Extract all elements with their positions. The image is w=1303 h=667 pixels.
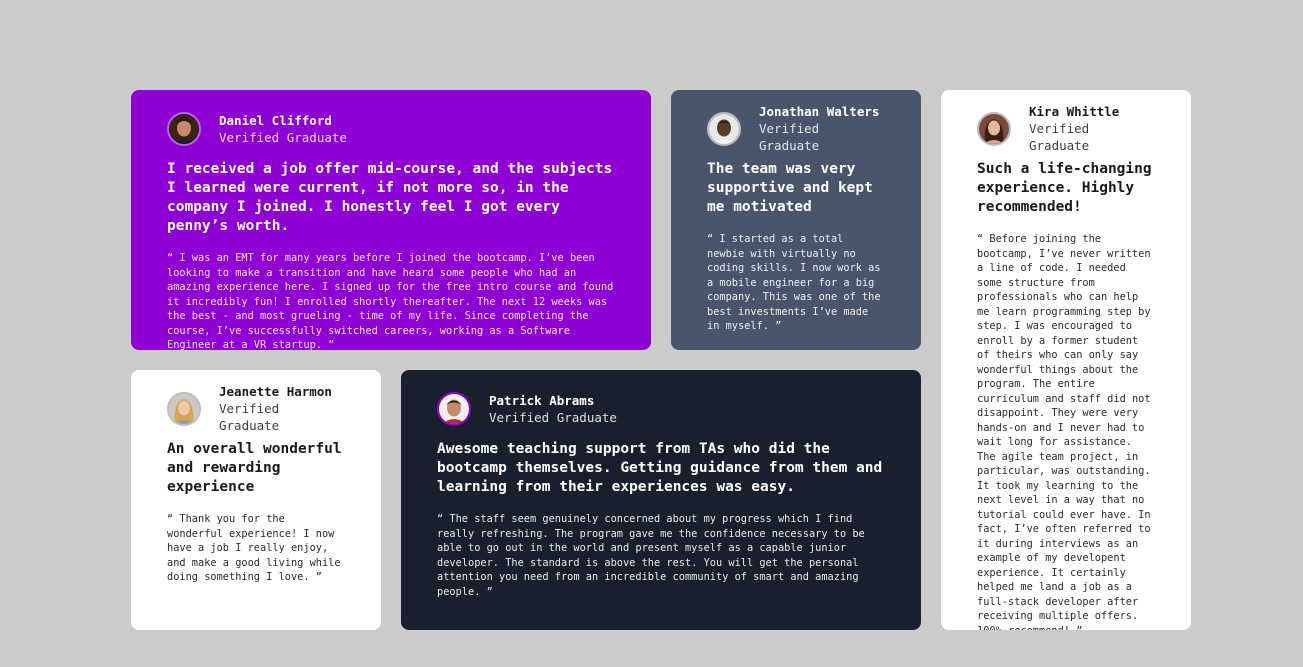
testimonial-headline: Such a life-changing experience. Highly … xyxy=(977,161,1152,215)
testimonial-card-kira: Kira Whittle Verified Graduate Such a li… xyxy=(941,90,1191,630)
testimonial-quote: “ I was an EMT for many years before I j… xyxy=(167,252,614,350)
avatar xyxy=(167,112,201,146)
testimonial-headline: The team was very supportive and kept me… xyxy=(707,161,873,215)
reviewer-role: Verified Graduate xyxy=(759,121,820,153)
testimonial-headline: I received a job offer mid-course, and t… xyxy=(167,161,613,234)
testimonial-quote: “ The staff seem genuinely concerned abo… xyxy=(437,513,865,598)
avatar xyxy=(167,392,201,426)
testimonials-grid: Daniel Clifford Verified Graduate I rece… xyxy=(0,0,1303,667)
reviewer-name: Jeanette Harmon xyxy=(219,384,332,399)
reviewer-name: Kira Whittle xyxy=(1029,104,1120,119)
reviewer-role: Verified Graduate xyxy=(489,409,617,425)
testimonial-card-jeanette: Jeanette Harmon Verified Graduate An ove… xyxy=(131,370,381,630)
testimonial-quote: “ Before joining the bootcamp, I’ve neve… xyxy=(977,233,1151,630)
reviewer-name: Patrick Abrams xyxy=(489,392,595,408)
card-header: Jeanette Harmon Verified Graduate xyxy=(167,384,345,433)
testimonial-headline: Awesome teaching support from TAs who di… xyxy=(437,441,883,495)
testimonial-quote: “ Thank you for the wonderful experience… xyxy=(167,513,341,583)
reviewer-role: Verified Graduate xyxy=(1029,121,1090,153)
reviewer-role: Verified Graduate xyxy=(219,129,347,145)
testimonial-headline: An overall wonderful and rewarding exper… xyxy=(167,441,342,495)
card-header: Daniel Clifford Verified Graduate xyxy=(167,110,615,148)
testimonial-card-patrick: Patrick Abrams Verified Graduate Awesome… xyxy=(401,370,921,630)
reviewer-name: Daniel Clifford xyxy=(219,112,332,128)
reviewer-role: Verified Graduate xyxy=(219,401,280,433)
card-header: Jonathan Walters Verified Graduate xyxy=(707,104,885,153)
avatar xyxy=(707,112,741,146)
card-header: Patrick Abrams Verified Graduate xyxy=(437,390,885,428)
reviewer-name: Jonathan Walters xyxy=(759,104,880,119)
testimonial-card-jonathan: Jonathan Walters Verified Graduate The t… xyxy=(671,90,921,350)
testimonial-card-daniel: Daniel Clifford Verified Graduate I rece… xyxy=(131,90,651,350)
testimonial-quote: “ I started as a total newbie with virtu… xyxy=(707,233,881,332)
avatar xyxy=(977,112,1011,146)
avatar xyxy=(437,392,471,426)
card-header: Kira Whittle Verified Graduate xyxy=(977,104,1155,153)
